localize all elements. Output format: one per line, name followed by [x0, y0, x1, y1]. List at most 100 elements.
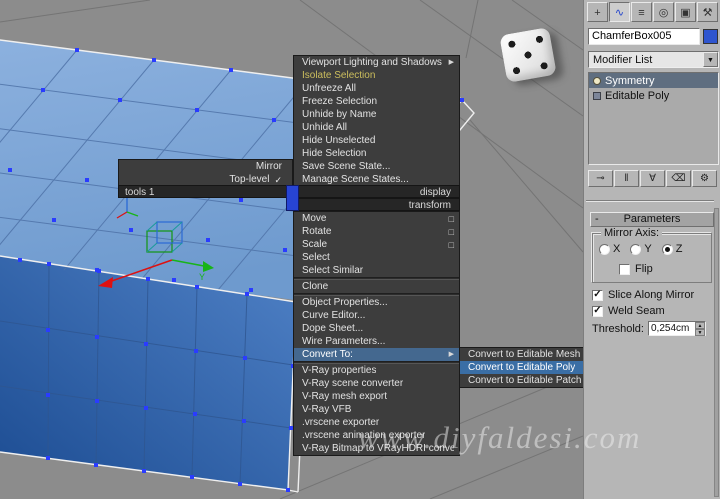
menu-item-unhide-by-name[interactable]: Unhide by Name [294, 108, 459, 121]
transform-quad-menu: Move □ Rotate □ Scale □ Select Select Si… [293, 211, 460, 456]
command-panel-tabs: + ∿ ≡ ◎ ▣ ⚒ [587, 2, 718, 22]
threshold-row: Threshold: 0,254cm ▲ ▼ [592, 321, 706, 336]
hierarchy-icon: ≡ [638, 7, 645, 19]
menu-item-viewport-lighting-and-shadows[interactable]: Viewport Lighting and Shadows ▶ [294, 56, 459, 69]
trash-icon: ⌫ [671, 173, 686, 184]
menu-item-save-scene-state[interactable]: Save Scene State... [294, 160, 459, 173]
create-icon: + [594, 7, 601, 19]
utilities-icon: ⚒ [702, 7, 713, 19]
flip-checkbox[interactable]: ✓ Flip [619, 263, 653, 275]
collapse-icon: - [595, 213, 599, 225]
show-end-result-icon: ‖ [624, 173, 629, 184]
menu-item-vrscene-animation-exporter[interactable]: .vrscene animation exporter [294, 429, 459, 442]
mirror-axis-group: Mirror Axis: X Y Z ✓ Flip [592, 227, 712, 283]
tab-hierarchy[interactable]: ≡ [631, 2, 652, 22]
menu-item-vray-properties[interactable]: V-Ray properties [294, 364, 459, 377]
submenu-arrow-icon: ▶ [448, 350, 454, 358]
threshold-spinner[interactable]: 0,254cm ▲ ▼ [647, 321, 706, 336]
spinner-down-icon[interactable]: ▼ [694, 328, 705, 336]
menu-item-isolate-selection[interactable]: Isolate Selection [294, 69, 459, 82]
settings-dialog-icon[interactable]: □ [449, 213, 454, 225]
object-name-input[interactable]: ChamferBox005 [588, 28, 700, 45]
tab-utilities[interactable]: ⚒ [697, 2, 718, 22]
menu-item-select[interactable]: Select [294, 251, 459, 264]
motion-icon: ◎ [658, 7, 669, 19]
menu-item-unhide-all[interactable]: Unhide All [294, 121, 459, 134]
3dsmax-window: Y Mirror Top-level ✓ tools 1 display tra… [0, 0, 720, 499]
modifier-list-dropdown[interactable]: Modifier List ▼ [588, 51, 719, 68]
menu-item-convert-to[interactable]: Convert To: ▶ [294, 348, 459, 361]
checkbox-box: ✓ [592, 288, 603, 301]
modifier-row-editable-poly[interactable]: Editable Poly [589, 88, 718, 103]
object-color-swatch[interactable] [703, 29, 718, 44]
menu-item-scale[interactable]: Scale □ [294, 238, 459, 251]
quad-title-transform: transform [293, 198, 460, 211]
dropdown-arrow-icon[interactable]: ▼ [703, 52, 718, 67]
modifier-icon [593, 91, 601, 100]
quad-origin-marker [286, 185, 299, 211]
settings-dialog-icon[interactable]: □ [449, 226, 454, 238]
parameters-rollout-header[interactable]: - Parameters [590, 212, 714, 227]
threshold-label: Threshold: [592, 322, 644, 335]
dice-image [499, 27, 557, 83]
radio-axis-z[interactable]: Z [661, 243, 682, 255]
pin-icon: ⊸ [596, 173, 605, 184]
menu-item-vray-scene-converter[interactable]: V-Ray scene converter [294, 377, 459, 390]
tab-create[interactable]: + [587, 2, 608, 22]
bulb-icon[interactable] [593, 76, 601, 85]
display-icon: ▣ [680, 7, 691, 19]
checkbox-box: ✓ [619, 263, 630, 275]
menu-item-curve-editor[interactable]: Curve Editor... [294, 309, 459, 322]
tab-display[interactable]: ▣ [675, 2, 696, 22]
menu-item-rotate[interactable]: Rotate □ [294, 225, 459, 238]
menu-item-vray-mesh-export[interactable]: V-Ray mesh export [294, 390, 459, 403]
modify-icon: ∿ [614, 7, 625, 19]
menu-item-hide-unselected[interactable]: Hide Unselected [294, 134, 459, 147]
mirror-axis-radios: X Y Z [599, 243, 682, 255]
menu-item-vray-bitmap-to-vrayhdri-converter[interactable]: V-Ray Bitmap to VRayHDRI converter [294, 442, 459, 455]
menu-item-unfreeze-all[interactable]: Unfreeze All [294, 82, 459, 95]
panel-divider [586, 200, 714, 202]
spinner-up-icon[interactable]: ▲ [694, 321, 705, 329]
quad-tools1-menu: Mirror Top-level ✓ [118, 159, 293, 187]
radio-axis-x[interactable]: X [599, 243, 620, 255]
checkbox-box: ✓ [592, 304, 603, 317]
settings-dialog-icon[interactable]: □ [449, 239, 454, 251]
menu-item-object-properties[interactable]: Object Properties... [294, 296, 459, 309]
menu-item-select-similar[interactable]: Select Similar [294, 264, 459, 277]
quad-title-display: display [293, 185, 460, 198]
tab-modify[interactable]: ∿ [609, 2, 630, 22]
make-unique-button[interactable]: ∀ [640, 170, 665, 187]
panel-scrollbar[interactable] [714, 208, 719, 497]
threshold-value[interactable]: 0,254cm [649, 323, 695, 334]
menu-item-move[interactable]: Move □ [294, 212, 459, 225]
menu-item-mirror[interactable]: Mirror [119, 160, 292, 173]
menu-item-wire-parameters[interactable]: Wire Parameters... [294, 335, 459, 348]
tab-motion[interactable]: ◎ [653, 2, 674, 22]
make-unique-icon: ∀ [649, 173, 656, 184]
display-quad-menu: Viewport Lighting and Shadows ▶ Isolate … [293, 55, 460, 187]
radio-axis-y[interactable]: Y [630, 243, 652, 255]
menu-item-vray-vfb[interactable]: V-Ray VFB [294, 403, 459, 416]
menu-item-freeze-selection[interactable]: Freeze Selection [294, 95, 459, 108]
svg-text:Y: Y [199, 272, 205, 282]
menu-item-vrscene-exporter[interactable]: .vrscene exporter [294, 416, 459, 429]
menu-item-hide-selection[interactable]: Hide Selection [294, 147, 459, 160]
check-icon: ✓ [274, 174, 282, 185]
modifier-row-symmetry[interactable]: Symmetry [589, 73, 718, 88]
mirror-axis-label: Mirror Axis: [601, 227, 662, 239]
command-panel: + ∿ ≡ ◎ ▣ ⚒ ChamferBox005 Modifier List … [583, 0, 720, 499]
submenu-arrow-icon: ▶ [448, 58, 454, 66]
menu-item-clone[interactable]: Clone [294, 280, 459, 293]
gear-icon: ⚙ [700, 173, 709, 184]
quad-title-tools1: tools 1 [118, 185, 293, 198]
stack-toolbar: ⊸ ‖ ∀ ⌫ ⚙ [588, 170, 717, 187]
menu-item-dope-sheet[interactable]: Dope Sheet... [294, 322, 459, 335]
slice-along-mirror-checkbox[interactable]: ✓ Slice Along Mirror [592, 289, 694, 301]
weld-seam-checkbox[interactable]: ✓ Weld Seam [592, 305, 665, 317]
pin-stack-button[interactable]: ⊸ [588, 170, 613, 187]
modifier-stack: Symmetry Editable Poly [588, 72, 719, 165]
remove-modifier-button[interactable]: ⌫ [666, 170, 691, 187]
show-end-result-button[interactable]: ‖ [614, 170, 639, 187]
configure-modifier-sets-button[interactable]: ⚙ [692, 170, 717, 187]
